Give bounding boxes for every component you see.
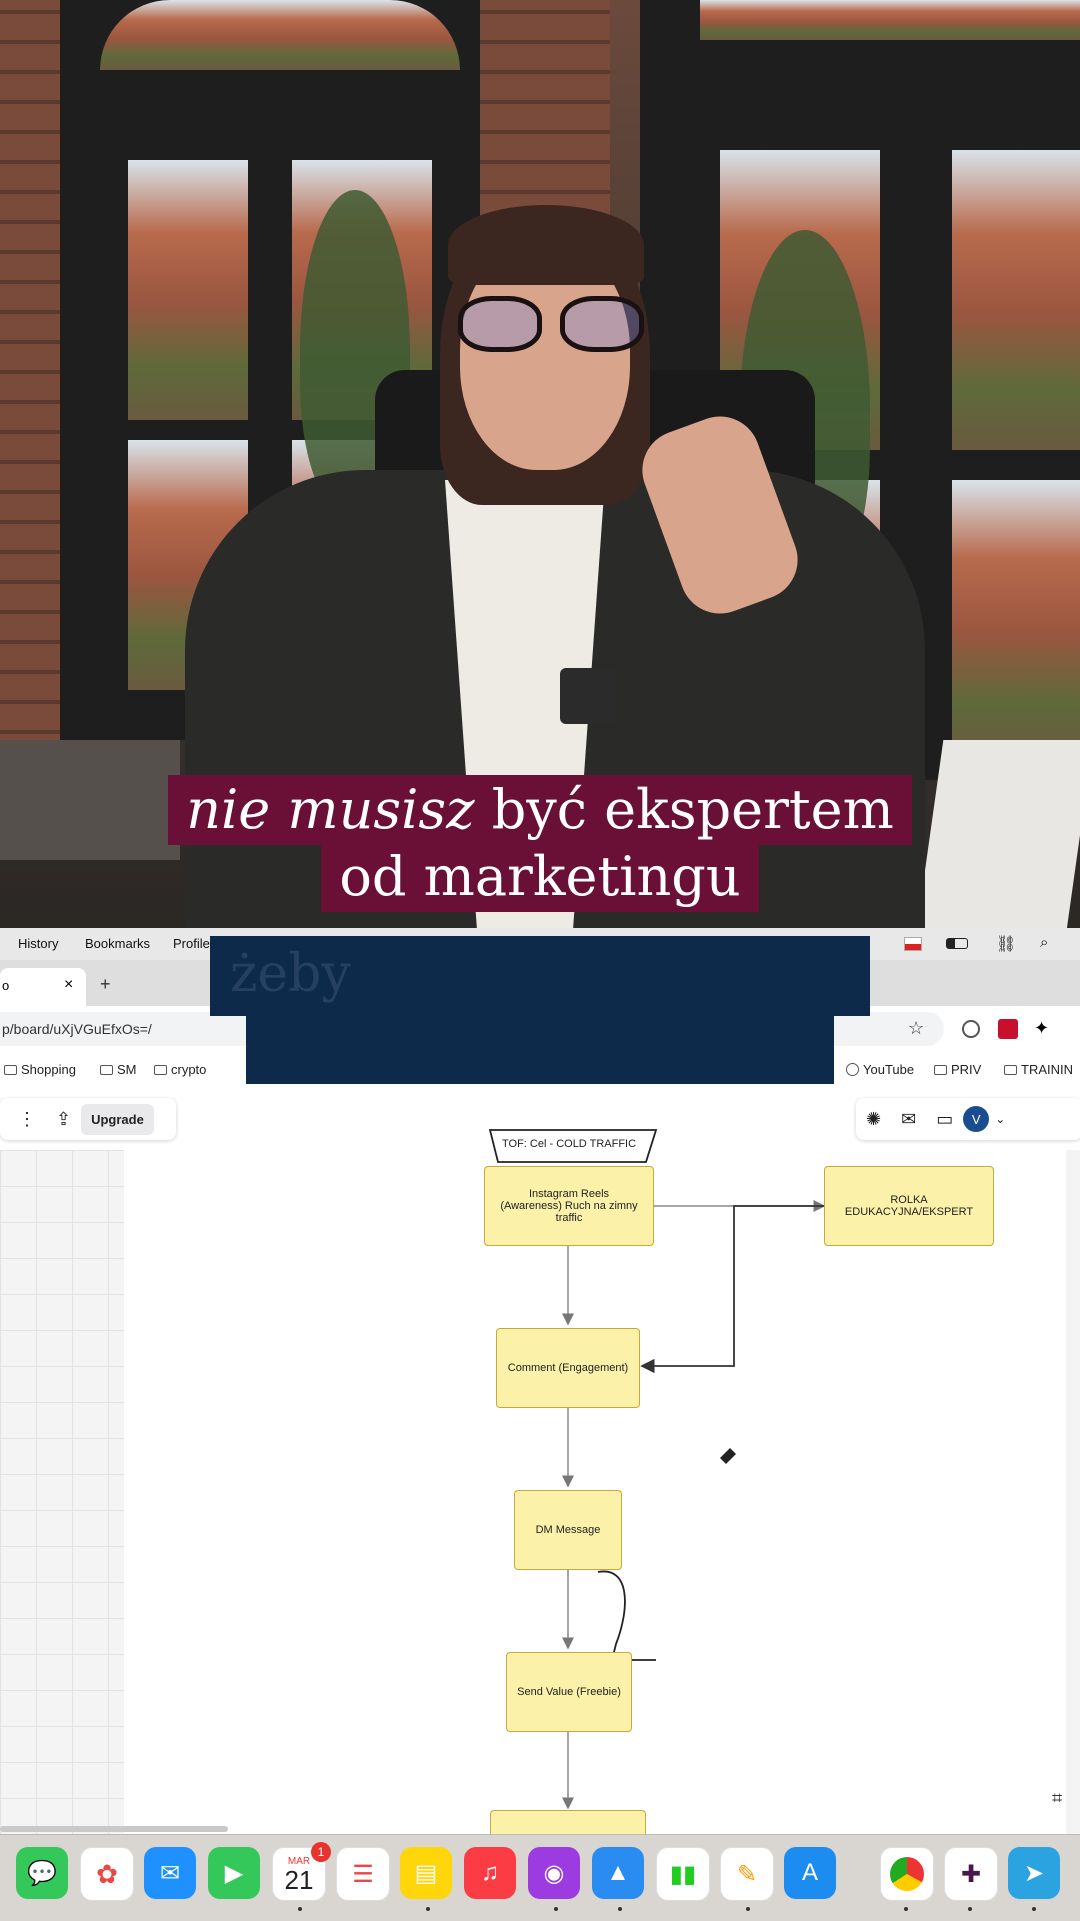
link-icon[interactable]: ⛓: [996, 934, 1016, 954]
telegram-icon[interactable]: ➤: [1008, 1847, 1060, 1899]
dock: 💬 ✿ ✉ ▶ MAR 21 1 ☰ ▤ ♫ ◉ ▲ ▮▮ ✎ A ✚ ➤: [0, 1834, 1080, 1921]
menu-history[interactable]: History: [18, 936, 58, 951]
brick-pillar: [470, 0, 610, 220]
search-icon[interactable]: ⌕: [1040, 934, 1048, 951]
bookmark-label: TRAININ: [1021, 1062, 1073, 1077]
bookmark-folder-crypto[interactable]: crypto: [154, 1062, 206, 1077]
tab-active[interactable]: o ×: [0, 968, 86, 1006]
new-tab-button[interactable]: +: [100, 974, 111, 995]
arrow-rolka-comment: [640, 1205, 824, 1374]
facetime-icon[interactable]: ▶: [208, 1847, 260, 1899]
caption-line-1: nie musisz być ekspertem: [0, 775, 1080, 845]
node-send-value[interactable]: Send Value (Freebie): [506, 1652, 632, 1732]
glasses-right: [560, 296, 644, 352]
music-icon[interactable]: ♫: [464, 1847, 516, 1899]
pencil-cursor-icon: [720, 1448, 736, 1464]
podcasts-icon[interactable]: ◉: [528, 1847, 580, 1899]
caption-line-2: od marketingu: [0, 842, 1080, 912]
running-indicator: [746, 1907, 750, 1911]
window-pane: [952, 480, 1080, 760]
menu-bookmarks[interactable]: Bookmarks: [85, 936, 150, 951]
folder-icon: [154, 1064, 167, 1075]
bookmark-label: crypto: [171, 1062, 207, 1077]
menu-profiles[interactable]: Profile: [173, 936, 210, 951]
bookmark-label: SM: [117, 1062, 137, 1077]
calendar-day: 21: [284, 1864, 314, 1895]
keynote-icon[interactable]: ▲: [592, 1847, 644, 1899]
bookmark-star-icon[interactable]: ☆: [908, 1018, 924, 1039]
window-pane: [700, 0, 1080, 40]
bookmark-folder-shopping[interactable]: Shopping: [4, 1062, 76, 1077]
caption-overlay: [246, 1016, 834, 1084]
person-bangs: [448, 205, 644, 285]
hand-drawn-stroke: [597, 1570, 656, 1661]
folder-icon: [934, 1064, 947, 1075]
folder-icon: [4, 1064, 17, 1075]
diagram-title: TOF: Cel - COLD TRAFFIC: [502, 1138, 637, 1150]
close-icon[interactable]: ×: [64, 976, 73, 994]
window-pane: [952, 150, 1080, 450]
node-comment[interactable]: Comment (Engagement): [496, 1328, 640, 1408]
extension-icon[interactable]: [998, 1019, 1018, 1039]
node-dm-message[interactable]: DM Message: [514, 1490, 622, 1570]
notes-icon[interactable]: ▤: [400, 1847, 452, 1899]
tab-title: o: [2, 978, 10, 993]
url-text: p/board/uXjVGuEfxOs=/: [2, 1021, 152, 1037]
glasses-left: [458, 296, 542, 352]
whiteboard-canvas[interactable]: ⋮ ⇪ Upgrade ✺ ✉ ▭ V ⌄ TOF: Cel - COLD TR…: [0, 1088, 1080, 1834]
bookmark-youtube[interactable]: YouTube: [846, 1062, 914, 1077]
messages-icon[interactable]: 💬: [16, 1847, 68, 1899]
running-indicator: [618, 1907, 622, 1911]
running-indicator: [298, 1907, 302, 1911]
running-indicator: [554, 1907, 558, 1911]
slack-icon[interactable]: ✚: [944, 1847, 998, 1901]
node-rolka-edukacyjna[interactable]: ROLKA EDUKACYJNA/EKSPERT: [824, 1166, 994, 1246]
battery-icon[interactable]: [946, 938, 968, 949]
caption-italic: nie musisz: [186, 778, 475, 841]
mail-icon[interactable]: ✉: [144, 1847, 196, 1899]
calendar-icon[interactable]: MAR 21 1: [272, 1842, 331, 1901]
caption-next-word: żeby: [230, 944, 351, 1004]
window-pane: [100, 0, 460, 70]
chrome-icon[interactable]: [880, 1847, 934, 1901]
globe-icon: [846, 1063, 859, 1076]
running-indicator: [1032, 1907, 1036, 1911]
node-next[interactable]: [490, 1810, 646, 1834]
photos-icon[interactable]: ✿: [80, 1847, 134, 1901]
puzzle-icon[interactable]: ✦: [1034, 1018, 1049, 1039]
window-pane: [128, 160, 248, 420]
frame-icon[interactable]: ⌗: [1052, 1788, 1062, 1809]
lapel-microphone: [560, 668, 616, 724]
reminders-icon[interactable]: ☰: [336, 1847, 390, 1901]
bookmark-label: PRIV: [951, 1062, 982, 1077]
running-indicator: [426, 1907, 430, 1911]
extension-icon[interactable]: [962, 1020, 980, 1038]
flag-icon[interactable]: [904, 937, 922, 951]
caption-rest: być ekspertem: [474, 778, 894, 841]
running-indicator: [904, 1907, 908, 1911]
caption-text-2: od marketingu: [321, 842, 759, 912]
bookmark-folder-priv[interactable]: PRIV: [934, 1062, 981, 1077]
folder-icon: [100, 1064, 113, 1075]
folder-icon: [1004, 1064, 1017, 1075]
pages-icon[interactable]: ✎: [720, 1847, 774, 1901]
bookmark-label: YouTube: [863, 1062, 915, 1077]
node-instagram-reels[interactable]: Instagram Reels (Awareness) Ruch na zimn…: [484, 1166, 654, 1246]
bookmark-folder-sm[interactable]: SM: [100, 1062, 137, 1077]
video-frame: nie musisz być ekspertem od marketingu: [0, 0, 1080, 928]
running-indicator: [968, 1907, 972, 1911]
calendar-badge: 1: [311, 1842, 331, 1862]
app-store-icon[interactable]: A: [784, 1847, 836, 1899]
horizontal-scrollbar[interactable]: [0, 1826, 228, 1832]
bookmark-folder-training[interactable]: TRAININ: [1004, 1062, 1073, 1077]
numbers-icon[interactable]: ▮▮: [656, 1847, 710, 1901]
bookmark-label: Shopping: [21, 1062, 76, 1077]
